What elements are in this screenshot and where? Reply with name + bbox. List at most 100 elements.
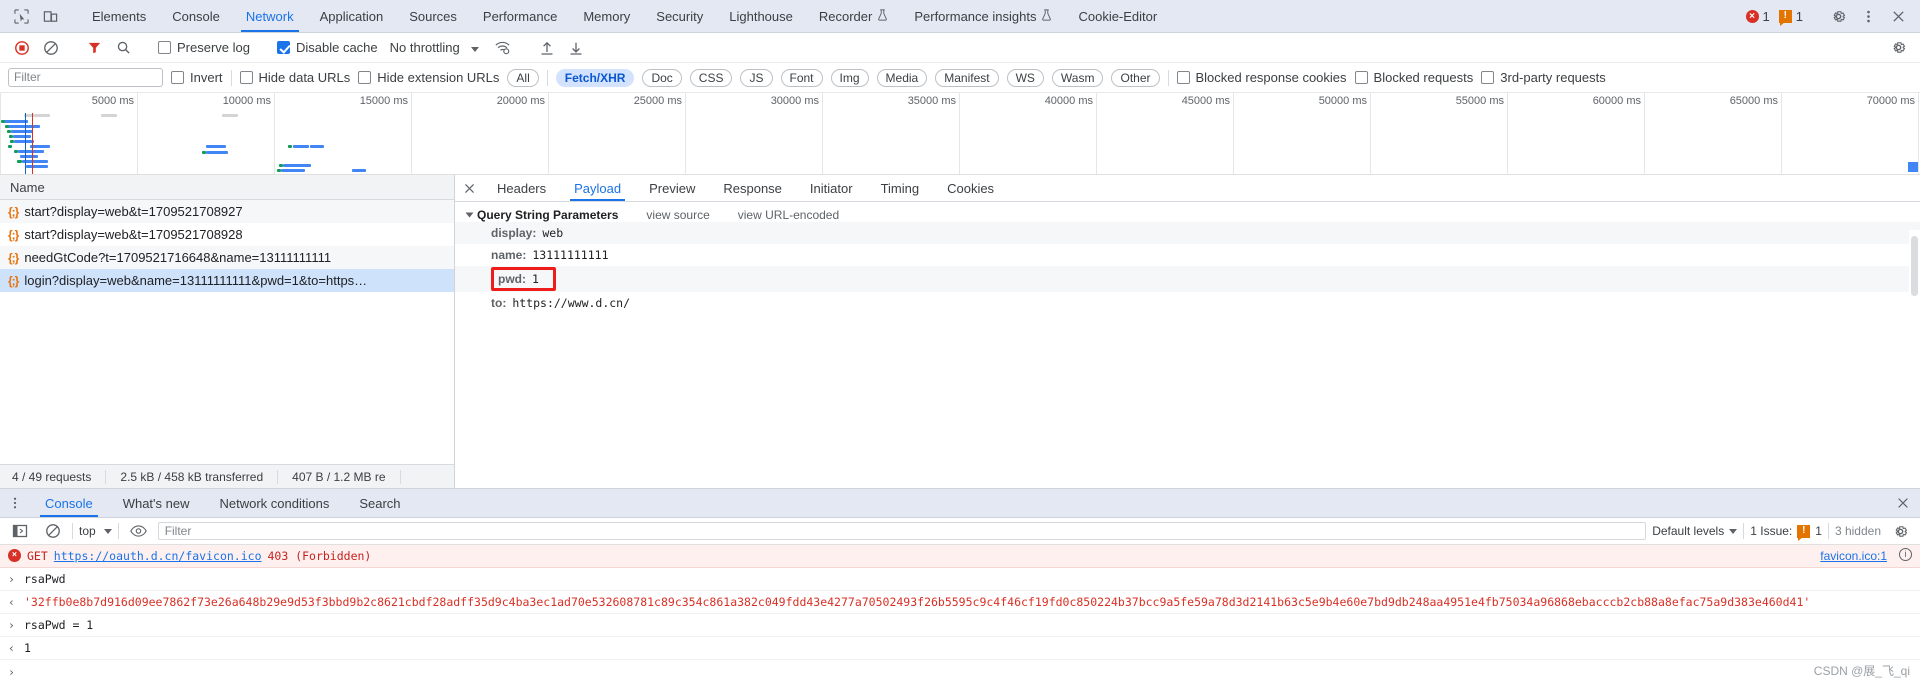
hide-extension-urls-checkbox[interactable]: Hide extension URLs (358, 70, 499, 85)
console-prompt[interactable]: › (0, 660, 1920, 684)
type-chip-media[interactable]: Media (876, 68, 928, 87)
tab-label: Lighthouse (729, 8, 793, 24)
error-source-link[interactable]: favicon.ico:1 (1810, 548, 1887, 564)
tab-cookies[interactable]: Cookies (933, 175, 1008, 201)
import-har-icon[interactable] (533, 34, 560, 61)
type-chip-js[interactable]: JS (740, 68, 773, 87)
tab-performance-insights[interactable]: Performance insights (901, 0, 1065, 32)
warning-counter[interactable]: ! 1 (1776, 9, 1806, 26)
tab-initiator[interactable]: Initiator (796, 175, 867, 201)
view-source-link[interactable]: view source (646, 208, 709, 222)
console-settings-gear-icon[interactable] (1887, 518, 1914, 545)
inspect-element-icon[interactable] (8, 3, 35, 30)
table-row[interactable]: {;} start?display=web&t=1709521708928 (0, 223, 454, 246)
drawer-tab-network-conditions[interactable]: Network conditions (205, 489, 345, 517)
type-chip-doc[interactable]: Doc (642, 68, 682, 87)
close-icon[interactable] (1885, 3, 1912, 30)
type-chip-css[interactable]: CSS (689, 68, 733, 87)
live-expression-icon[interactable] (125, 518, 152, 545)
tab-label: Response (723, 180, 782, 196)
type-chip-ws[interactable]: WS (1006, 68, 1044, 87)
funnel-icon[interactable] (81, 34, 108, 61)
tab-elements[interactable]: Elements (79, 0, 159, 32)
table-row[interactable]: {;} start?display=web&t=1709521708927 (0, 200, 454, 223)
filter-input[interactable]: Filter (8, 68, 163, 87)
blocked-response-cookies-checkbox[interactable]: Blocked response cookies (1176, 70, 1347, 85)
table-row[interactable]: {;} needGtCode?t=1709521716648&name=1311… (0, 246, 454, 269)
type-chip-fetch-xhr[interactable]: Fetch/XHR (555, 68, 635, 87)
tab-memory[interactable]: Memory (570, 0, 643, 32)
network-overview-timeline[interactable]: 5000 ms 10000 ms 15000 ms 20000 ms 25000… (0, 93, 1920, 175)
drawer-tab-search[interactable]: Search (344, 489, 415, 517)
record-stop-icon[interactable] (8, 34, 35, 61)
query-string-parameters-section[interactable]: Query String Parameters view source view… (455, 208, 1920, 222)
type-chip-other[interactable]: Other (1111, 68, 1160, 87)
execution-context-dropdown[interactable]: top (79, 524, 112, 538)
drawer-tab-console[interactable]: Console (30, 489, 108, 517)
third-party-requests-checkbox[interactable]: 3rd-party requests (1481, 70, 1606, 85)
tab-performance[interactable]: Performance (470, 0, 570, 32)
disable-cache-checkbox[interactable]: Disable cache (276, 40, 378, 55)
invert-checkbox[interactable]: Invert (171, 70, 223, 85)
type-chip-manifest[interactable]: Manifest (935, 68, 999, 87)
tab-timing[interactable]: Timing (867, 175, 934, 201)
tab-sources[interactable]: Sources (396, 0, 470, 32)
tab-recorder[interactable]: Recorder (806, 0, 901, 32)
type-chip-font[interactable]: Font (780, 68, 823, 87)
drawer-close-icon[interactable] (1896, 489, 1920, 517)
console-sidebar-icon[interactable] (6, 518, 33, 545)
chevron-down-icon[interactable] (465, 212, 474, 218)
drawer-more-icon[interactable] (0, 489, 30, 517)
tab-cookie-editor[interactable]: Cookie-Editor (1065, 0, 1170, 32)
log-levels-dropdown[interactable]: Default levels (1652, 524, 1738, 538)
request-list[interactable]: {;} start?display=web&t=1709521708927 {;… (0, 200, 454, 464)
issues-indicator[interactable]: 1 Issue: ! 1 (1750, 524, 1822, 541)
view-url-encoded-link[interactable]: view URL-encoded (738, 208, 839, 222)
divider (72, 523, 73, 539)
close-detail-icon[interactable] (455, 175, 483, 201)
type-chip-img[interactable]: Img (830, 68, 869, 87)
network-conditions-icon[interactable] (489, 34, 516, 61)
drawer-tab-whats-new[interactable]: What's new (108, 489, 205, 517)
tab-lighthouse[interactable]: Lighthouse (716, 0, 806, 32)
network-settings-gear-icon[interactable] (1885, 34, 1912, 61)
export-har-icon[interactable] (562, 34, 589, 61)
tab-console[interactable]: Console (159, 0, 233, 32)
clear-console-icon[interactable] (39, 518, 66, 545)
tab-label: Initiator (809, 180, 853, 196)
checkbox-label: 3rd-party requests (1500, 70, 1606, 85)
kebab-menu-icon[interactable] (1855, 3, 1882, 30)
info-icon[interactable]: i (1899, 548, 1912, 561)
blocked-requests-checkbox[interactable]: Blocked requests (1354, 70, 1473, 85)
tab-payload[interactable]: Payload (560, 175, 635, 201)
device-toolbar-icon[interactable] (37, 3, 64, 30)
checkbox-box (276, 41, 290, 54)
tab-security[interactable]: Security (643, 0, 716, 32)
clear-icon[interactable] (37, 34, 64, 61)
search-icon[interactable] (110, 34, 137, 61)
scrollbar-thumb[interactable] (1911, 236, 1918, 296)
tab-label: Console (172, 8, 220, 24)
type-chip-wasm[interactable]: Wasm (1051, 68, 1104, 87)
error-url-link[interactable]: https://oauth.d.cn/favicon.ico (54, 548, 262, 564)
tab-headers[interactable]: Headers (483, 175, 560, 201)
type-chip-all[interactable]: All (507, 68, 539, 87)
request-list-header[interactable]: Name (0, 175, 454, 200)
table-row[interactable]: {;} login?display=web&name=13111111111&p… (0, 269, 454, 292)
tick-label: 50000 ms (1318, 95, 1367, 107)
preserve-log-checkbox[interactable]: Preserve log (158, 40, 250, 55)
overview-resize-handle[interactable] (1908, 162, 1918, 172)
request-detail-panel: Headers Payload Preview Response Initiat… (455, 175, 1920, 488)
error-icon: × (8, 549, 21, 562)
tab-response[interactable]: Response (709, 175, 796, 201)
hide-data-urls-checkbox[interactable]: Hide data URLs (239, 70, 350, 85)
error-counter[interactable]: × 1 (1743, 9, 1773, 24)
throttling-dropdown[interactable]: No throttling (390, 40, 480, 55)
gear-icon[interactable] (1825, 3, 1852, 30)
detail-scrollbar[interactable] (1909, 230, 1920, 488)
tab-network[interactable]: Network (233, 0, 307, 32)
console-filter-input[interactable]: Filter (157, 522, 1647, 540)
tab-application[interactable]: Application (307, 0, 397, 32)
tab-preview[interactable]: Preview (635, 175, 709, 201)
tab-label: Application (319, 8, 384, 24)
